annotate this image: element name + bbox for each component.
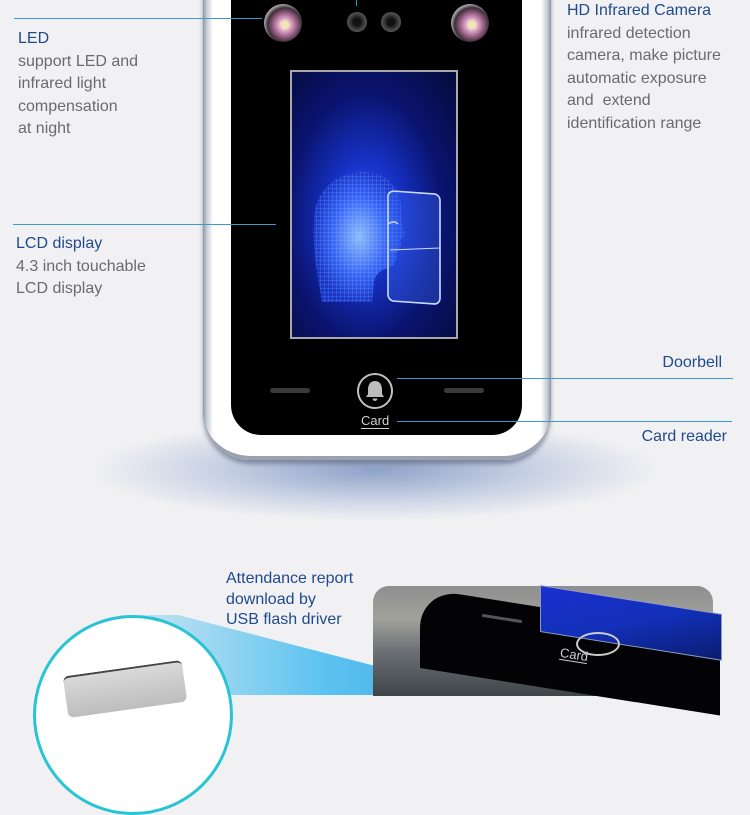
camera-description-line: camera, make picture [567,47,721,64]
lcd-screen [290,70,458,339]
led-lens-left [264,4,302,42]
card-reader-label: Card [361,413,390,429]
card-reader-title: Card reader [641,428,727,445]
lcd-description-line: 4.3 inch touchable [16,257,146,275]
camera-description-line: automatic exposure [567,69,707,87]
speaker-slot-left [270,388,310,393]
camera-title: HD Infrared Camera [567,2,712,19]
camera-callout-line [356,0,357,6]
doorbell-title: Doorbell [662,354,722,371]
lcd-title: LCD display [16,235,103,252]
usb-description-line: USB flash driver [226,611,342,628]
camera-description-line: and extend [567,92,651,109]
camera-description-line: identification range [567,114,702,132]
led-callout-line [14,18,262,19]
usb-feature: Attendance report download by USB flash … [226,569,353,631]
infrared-camera-left [347,12,367,32]
usb-description-line: Attendance report [226,570,354,587]
led-description-line: at night [18,120,71,137]
led-lens-right [451,4,489,42]
usb-description-line: download by [226,590,316,608]
led-feature: LED support LED and infrared light compe… [18,28,138,141]
face-scan-illustration [313,172,441,305]
bell-icon [366,381,384,401]
speaker-slot-right [444,388,484,393]
led-title: LED [18,30,50,47]
doorbell-callout-line [397,378,733,379]
camera-description-line: infrared detection [567,24,691,42]
usb-zoom-circle [33,615,233,815]
led-description-line: compensation [18,97,118,115]
lcd-callout-line [13,224,276,225]
led-description-line: support LED and [18,52,139,70]
card-reader-callout-line [397,421,732,422]
infrared-camera-right [381,12,401,32]
lcd-description-line: LCD display [16,280,103,297]
lcd-feature: LCD display 4.3 inch touchable LCD displ… [16,233,146,301]
doorbell-button[interactable] [357,373,393,409]
led-description-line: infrared light [18,75,107,92]
camera-feature: HD Infrared Camera infrared detection ca… [567,0,721,135]
